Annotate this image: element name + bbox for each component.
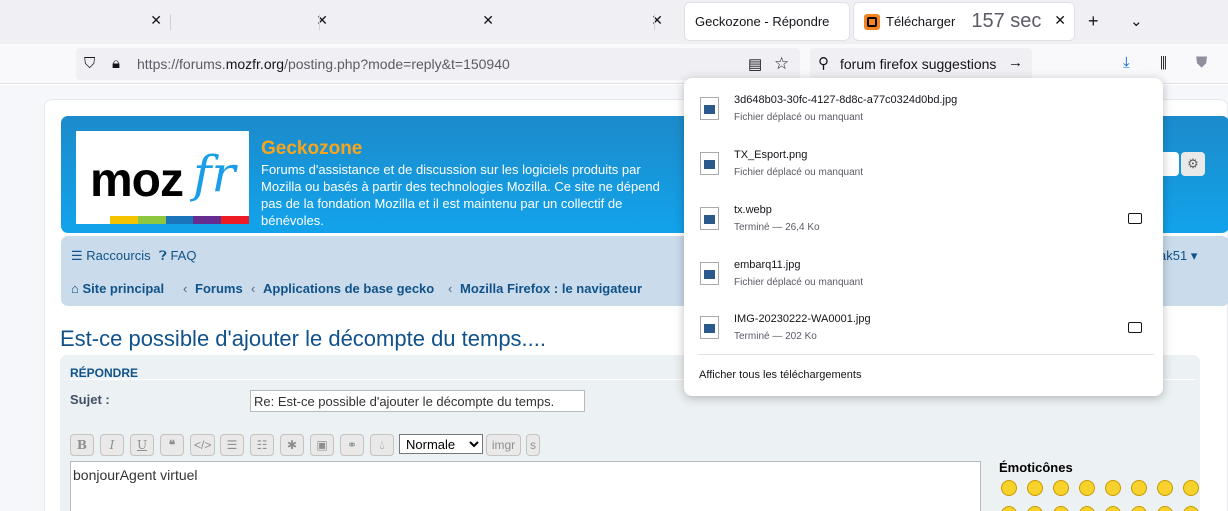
shield-icon[interactable]: ⛉ (84, 55, 95, 72)
folder-icon[interactable] (1128, 322, 1142, 333)
smiley-icon[interactable] (1157, 506, 1173, 511)
divider (698, 354, 1154, 355)
site-name[interactable]: Geckozone (261, 138, 362, 160)
search-bar[interactable]: ⚲ forum firefox suggestions → (810, 48, 1032, 80)
site-logo[interactable]: moz fr (76, 131, 249, 224)
close-icon[interactable]: ✕ (482, 12, 494, 29)
image-button[interactable]: ▣ (310, 434, 334, 456)
smileys-title: Émoticônes (999, 460, 1073, 475)
smiley-icon[interactable] (1001, 480, 1017, 496)
favicon-icon (864, 13, 880, 30)
breadcrumb-separator: ‹ (251, 281, 256, 296)
search-icon: ⚲ (818, 55, 829, 72)
download-item[interactable]: TX_Esport.png Fichier déplacé ou manquan… (698, 147, 1148, 197)
subject-label: Sujet : (70, 392, 110, 407)
smiley-icon[interactable] (1053, 506, 1069, 511)
address-bar[interactable]: ⛉ 🔒︎ https://forums.mozfr.org/posting.ph… (76, 48, 800, 80)
topic-title[interactable]: Est-ce possible d'ajouter le décompte du… (60, 326, 546, 352)
logo-color-bars (110, 216, 249, 224)
reply-heading: RÉPONDRE (70, 366, 139, 380)
gear-icon[interactable]: ⚙ (1181, 152, 1205, 176)
image-file-icon (700, 207, 719, 230)
chevron-down-icon[interactable]: ⌄ (1130, 12, 1143, 30)
smiley-icon[interactable] (1105, 506, 1121, 511)
plus-icon[interactable]: + (1088, 11, 1099, 32)
faq-link[interactable]: ❓︎ FAQ (159, 248, 196, 264)
download-item[interactable]: 3d648b03-30fc-4127-8d8c-a77c0324d0bd.jpg… (698, 92, 1148, 142)
tab-4[interactable]: ✕ (503, 3, 671, 40)
show-all-downloads-link[interactable]: Afficher tous les téléchargements (699, 369, 861, 381)
smiley-icon[interactable] (1131, 506, 1147, 511)
smiley-icon[interactable] (1183, 480, 1199, 496)
imgr-button[interactable]: imgr (486, 434, 521, 456)
list-item-button[interactable]: ✱ (280, 434, 304, 456)
folder-icon[interactable] (1128, 213, 1142, 224)
tab-3[interactable]: ✕ (337, 3, 502, 40)
account-icon[interactable]: ⛊ (1196, 54, 1207, 71)
image-file-icon (700, 152, 719, 175)
tab-telecharger[interactable]: Télécharger 157 sec ✕ (854, 3, 1074, 40)
list-button[interactable]: ☰ (220, 434, 244, 456)
breadcrumb-gecko-apps[interactable]: Applications de base gecko (263, 281, 434, 296)
code-button[interactable]: </> (190, 434, 216, 456)
smiley-icon[interactable] (1183, 506, 1199, 511)
home-icon: ⌂ (71, 281, 83, 296)
close-icon[interactable]: ✕ (150, 12, 162, 29)
download-item[interactable]: tx.webp Terminé — 26,4 Ko (698, 202, 1148, 252)
smiley-icon[interactable] (1131, 480, 1147, 496)
library-icon[interactable]: ⫼ (1160, 55, 1167, 72)
font-size-select[interactable]: Normale (399, 434, 483, 454)
smiley-icon[interactable] (1001, 506, 1017, 511)
arrow-right-icon[interactable]: → (1008, 54, 1023, 71)
italic-button[interactable]: I (100, 434, 124, 456)
star-icon[interactable]: ☆ (774, 54, 789, 74)
question-icon: ❓︎ (159, 248, 171, 263)
breadcrumb-home[interactable]: ⌂ Site principal (71, 281, 164, 296)
close-icon[interactable]: ✕ (1054, 12, 1066, 29)
url-text[interactable]: https://forums.mozfr.org/posting.php?mod… (137, 56, 510, 72)
download-item[interactable]: embarq11.jpg Fichier déplacé ou manquant (698, 257, 1148, 307)
smiley-icon[interactable] (1105, 480, 1121, 496)
image-file-icon (700, 262, 719, 285)
bold-button[interactable]: B (70, 434, 94, 456)
smiley-icon[interactable] (1079, 480, 1095, 496)
link-button[interactable]: ⚭ (340, 434, 364, 456)
lock-icon[interactable]: 🔒︎ (112, 55, 120, 72)
breadcrumb-separator: ‹ (183, 281, 188, 296)
color-button[interactable]: 💧︎ (370, 434, 394, 456)
chevron-down-icon: ▾ (1190, 248, 1198, 263)
user-menu[interactable]: ak51 ▾ (1159, 248, 1197, 264)
tab-bar: ✕ ✕ ✕ ✕ Geckozone - Répondre Télécharger… (0, 0, 1228, 44)
menu-icon: ☰ (71, 248, 87, 263)
tab-separator (654, 14, 655, 30)
underline-button[interactable]: U (130, 434, 154, 456)
smiley-icon[interactable] (1079, 506, 1095, 511)
s-button[interactable]: s (526, 434, 540, 456)
site-description: Forums d'assistance et de discussion sur… (261, 162, 660, 228)
breadcrumb-forums[interactable]: Forums (195, 281, 243, 296)
breadcrumb-separator: ‹ (448, 281, 453, 296)
subject-input[interactable] (250, 390, 585, 412)
image-file-icon (700, 316, 719, 339)
tab-geckozone[interactable]: Geckozone - Répondre (685, 3, 849, 40)
tab-separator (319, 14, 320, 30)
download-icon[interactable]: ⤓ (1123, 54, 1130, 71)
image-file-icon (700, 97, 719, 120)
shortcuts-link[interactable]: ☰ Raccourcis (71, 248, 151, 264)
reader-icon[interactable]: ▤ (748, 55, 762, 73)
timer-badge: 157 sec (971, 10, 1042, 32)
breadcrumb-firefox[interactable]: Mozilla Firefox : le navigateur (460, 281, 642, 296)
downloads-panel: 3d648b03-30fc-4127-8d8c-a77c0324d0bd.jpg… (684, 78, 1163, 396)
tab-1[interactable]: ✕ (0, 3, 170, 40)
smiley-icon[interactable] (1053, 480, 1069, 496)
smiley-icon[interactable] (1027, 480, 1043, 496)
quote-button[interactable]: ❝ (160, 434, 184, 456)
message-textarea[interactable]: bonjourAgent virtuel (70, 461, 981, 511)
smiley-icon[interactable] (1027, 506, 1043, 511)
tab-2[interactable]: ✕ (171, 3, 336, 40)
numbered-list-button[interactable]: ☷ (250, 434, 274, 456)
smiley-icon[interactable] (1157, 480, 1173, 496)
